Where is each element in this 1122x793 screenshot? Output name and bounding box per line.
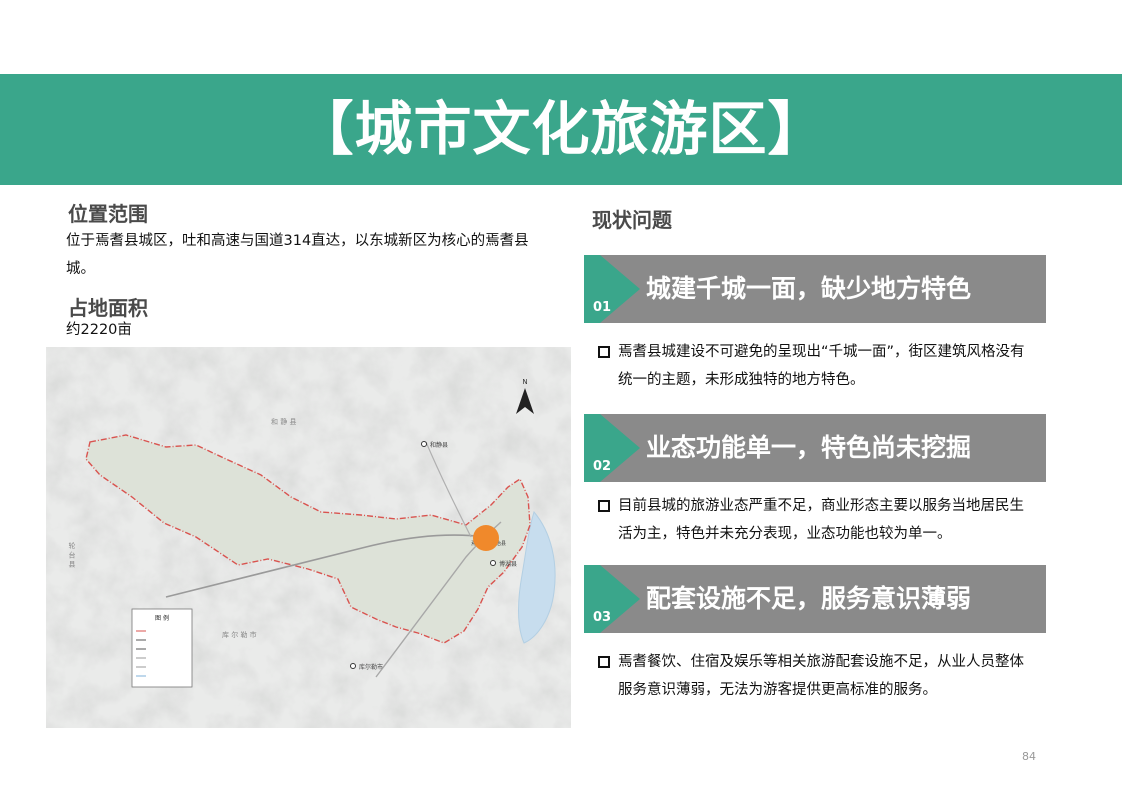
map-legend: 图 例 [131,608,193,688]
issue-number: 01 [593,300,612,315]
issue-title: 城建千城一面，缺少地方特色 [646,274,972,303]
label-hejing-county: 和静县 [430,441,448,449]
bullet-square-icon [598,656,610,668]
bullet-square-icon [598,500,610,512]
label-bohu: 博湖县 [499,560,517,568]
location-heading: 位置范围 [68,202,148,226]
issue-desc-2: 目前县城的旅游业态严重不足，商业形态主要以服务当地居民生活为主，特色并未充分表现… [598,492,1038,548]
issue-card-2: 02 业态功能单一，特色尚未挖掘 [584,414,1046,482]
issue-card-1: 01 城建千城一面，缺少地方特色 [584,255,1046,323]
label-kuerle-region: 库 尔 勒 市 [222,630,257,639]
label-luntai: 轮 台 县 [68,541,76,568]
title-banner: 【城市文化旅游区】 [0,74,1122,185]
issue-desc-1: 焉耆县城建设不可避免的呈现出“千城一面”，街区建筑风格没有统一的主题，未形成独特… [598,338,1038,394]
issue-desc-text: 焉耆餐饮、住宿及娱乐等相关旅游配套设施不足，从业人员整体服务意识薄弱，无法为游客… [618,654,1024,698]
issue-desc-3: 焉耆餐饮、住宿及娱乐等相关旅游配套设施不足，从业人员整体服务意识薄弱，无法为游客… [598,648,1038,704]
location-map: N 和 静 县 和静县 库 尔 勒 市 库尔勒市 轮 台 县 博湖县 焉耆回族自… [46,347,571,728]
page-number: 84 [1022,750,1036,763]
issue-desc-text: 焉耆县城建设不可避免的呈现出“千城一面”，街区建筑风格没有统一的主题，未形成独特… [618,344,1025,388]
issue-number: 02 [593,459,612,474]
label-kuerle-city: 库尔勒市 [359,663,383,671]
page-title: 【城市文化旅游区】 [295,95,827,163]
issue-card-3: 03 配套设施不足，服务意识薄弱 [584,565,1046,633]
legend-title: 图 例 [155,614,169,622]
issues-heading: 现状问题 [592,208,672,232]
site-marker [473,525,499,551]
issue-number: 03 [593,610,612,625]
bullet-square-icon [598,346,610,358]
map-svg: N 和 静 县 和静县 库 尔 勒 市 库尔勒市 轮 台 县 博湖县 焉耆回族自… [46,347,571,728]
area-value: 约2220亩 [66,322,132,338]
issue-title: 业态功能单一，特色尚未挖掘 [646,433,972,462]
north-letter: N [522,378,527,386]
issue-desc-text: 目前县城的旅游业态严重不足，商业形态主要以服务当地居民生活为主，特色并未充分表现… [618,498,1024,542]
issue-title: 配套设施不足，服务意识薄弱 [646,584,972,613]
label-hejing-region: 和 静 县 [271,417,296,426]
location-text: 位于焉耆县城区，吐和高速与国道314直达，以东城新区为核心的焉耆县城。 [66,233,529,277]
